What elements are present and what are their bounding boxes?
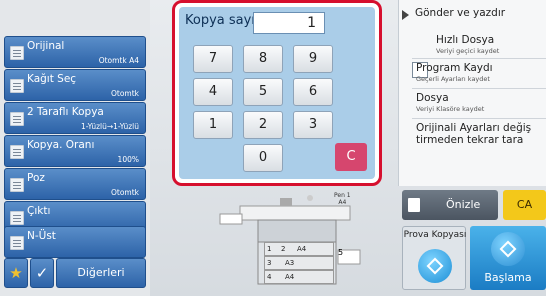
tray-slot-3: 3 A3 (264, 256, 334, 270)
quick-file-title: Hızlı Dosya (436, 34, 495, 46)
exposure-button[interactable]: Poz Otomtk (4, 168, 146, 200)
clear-all-button[interactable]: CA (503, 190, 546, 220)
zoom-icon (10, 145, 24, 159)
key-8[interactable]: 8 (243, 45, 283, 73)
output-label: Çıktı (27, 205, 51, 217)
program-save-subtitle: Geçerli Ayarları kaydet (416, 75, 490, 83)
key-1[interactable]: 1 (193, 111, 233, 139)
key-7[interactable]: 7 (193, 45, 233, 73)
proof-copy-label: Prova Kopyası (403, 230, 467, 240)
exposure-value: Otomtk (110, 188, 139, 197)
paper-icon (10, 79, 24, 93)
key-2[interactable]: 2 (243, 111, 283, 139)
proof-start-icon (418, 249, 452, 283)
key-4[interactable]: 4 (193, 78, 233, 106)
quick-file-item[interactable]: Hızlı Dosya Veriyi geçici kaydet (412, 30, 546, 78)
start-button[interactable]: Başlama (470, 226, 546, 290)
action-panel: Gönder ve yazdır Hızlı Dosya Veriyi geçi… (398, 0, 546, 186)
output-icon (10, 211, 24, 225)
rescan-item[interactable]: Orijinali Ayarları değiş tirmeden tekrar… (412, 118, 546, 152)
original-value: Otomtk A4 (98, 56, 139, 65)
preview-icon (408, 198, 420, 212)
key-6[interactable]: 6 (293, 78, 333, 106)
copy-count-keypad-highlight: Kopya sayısı 1 7 8 9 4 5 6 1 2 3 0 C (172, 0, 382, 186)
settings-sidebar: Orijinal Otomtk A4 Kağıt Seç Otomtk 2 Ta… (0, 0, 150, 296)
tray-slot-5: 5 (338, 248, 344, 257)
n-up-button[interactable]: N-Üst (4, 226, 146, 258)
duplex-copy-label: 2 Taraflı Kopya (27, 106, 104, 118)
preview-label: Önizle (446, 198, 481, 211)
file-item[interactable]: Dosya Veriyi Klasöre kaydet (412, 88, 546, 116)
copier-illustration: Pen 1 A4 1 2 A4 3 A3 4 A4 5 (200, 192, 390, 288)
exposure-icon (10, 178, 24, 192)
duplex-icon (10, 112, 24, 126)
key-9[interactable]: 9 (293, 45, 333, 73)
paper-select-label: Kağıt Seç (27, 73, 77, 85)
copy-ratio-button[interactable]: Kopya. Oranı 100% (4, 135, 146, 167)
send-and-print-item[interactable]: Gönder ve yazdır (399, 2, 546, 28)
file-subtitle: Veriyi Klasöre kaydet (416, 105, 485, 113)
checkmark-icon[interactable]: ✓ (30, 258, 54, 288)
tray-label: Pen 1 A4 (334, 192, 351, 206)
start-icon (491, 232, 525, 266)
tray-slot-4: 4 A4 (264, 270, 334, 284)
file-title: Dosya (416, 92, 449, 104)
send-and-print-label: Gönder ve yazdır (415, 7, 506, 19)
n-up-label: N-Üst (27, 230, 56, 242)
copy-screen: Orijinal Otomtk A4 Kağıt Seç Otomtk 2 Ta… (0, 0, 546, 296)
key-5[interactable]: 5 (243, 78, 283, 106)
document-icon (10, 46, 24, 60)
duplex-copy-value: 1-Yüzlü→1-Yüzlü (81, 122, 139, 131)
paper-select-button[interactable]: Kağıt Seç Otomtk (4, 69, 146, 101)
preview-button[interactable]: Önizle (402, 190, 498, 220)
rescan-title: Orijinali Ayarları değiş tirmeden tekrar… (416, 122, 532, 146)
copy-count-input[interactable]: 1 (253, 12, 325, 34)
original-button[interactable]: Orijinal Otomtk A4 (4, 36, 146, 68)
others-button[interactable]: Diğerleri (56, 258, 146, 288)
duplex-copy-button[interactable]: 2 Taraflı Kopya 1-Yüzlü→1-Yüzlü (4, 102, 146, 134)
key-3[interactable]: 3 (293, 111, 333, 139)
n-up-icon (10, 236, 24, 250)
play-arrow-icon (402, 10, 409, 20)
original-label: Orijinal (27, 40, 65, 52)
proof-copy-button[interactable]: Prova Kopyası (402, 226, 466, 290)
program-save-item[interactable]: Program Kaydı Geçerli Ayarları kaydet (412, 58, 546, 86)
tray-slot-1: 1 2 A4 (264, 242, 334, 256)
copy-ratio-label: Kopya. Oranı (27, 139, 95, 151)
quick-file-subtitle: Veriyi geçici kaydet (436, 47, 500, 55)
copy-count-keypad: Kopya sayısı 1 7 8 9 4 5 6 1 2 3 0 C (179, 7, 375, 179)
exposure-label: Poz (27, 172, 45, 184)
paper-select-value: Otomtk (110, 89, 139, 98)
favorite-star-icon[interactable]: ★ (4, 258, 28, 288)
copy-ratio-value: 100% (117, 155, 139, 164)
bottom-shortcuts: ★ ✓ Diğerleri (4, 258, 146, 288)
clear-key[interactable]: C (335, 143, 367, 171)
key-0[interactable]: 0 (243, 144, 283, 172)
program-save-title: Program Kaydı (416, 62, 493, 74)
start-label: Başlama (484, 271, 532, 284)
